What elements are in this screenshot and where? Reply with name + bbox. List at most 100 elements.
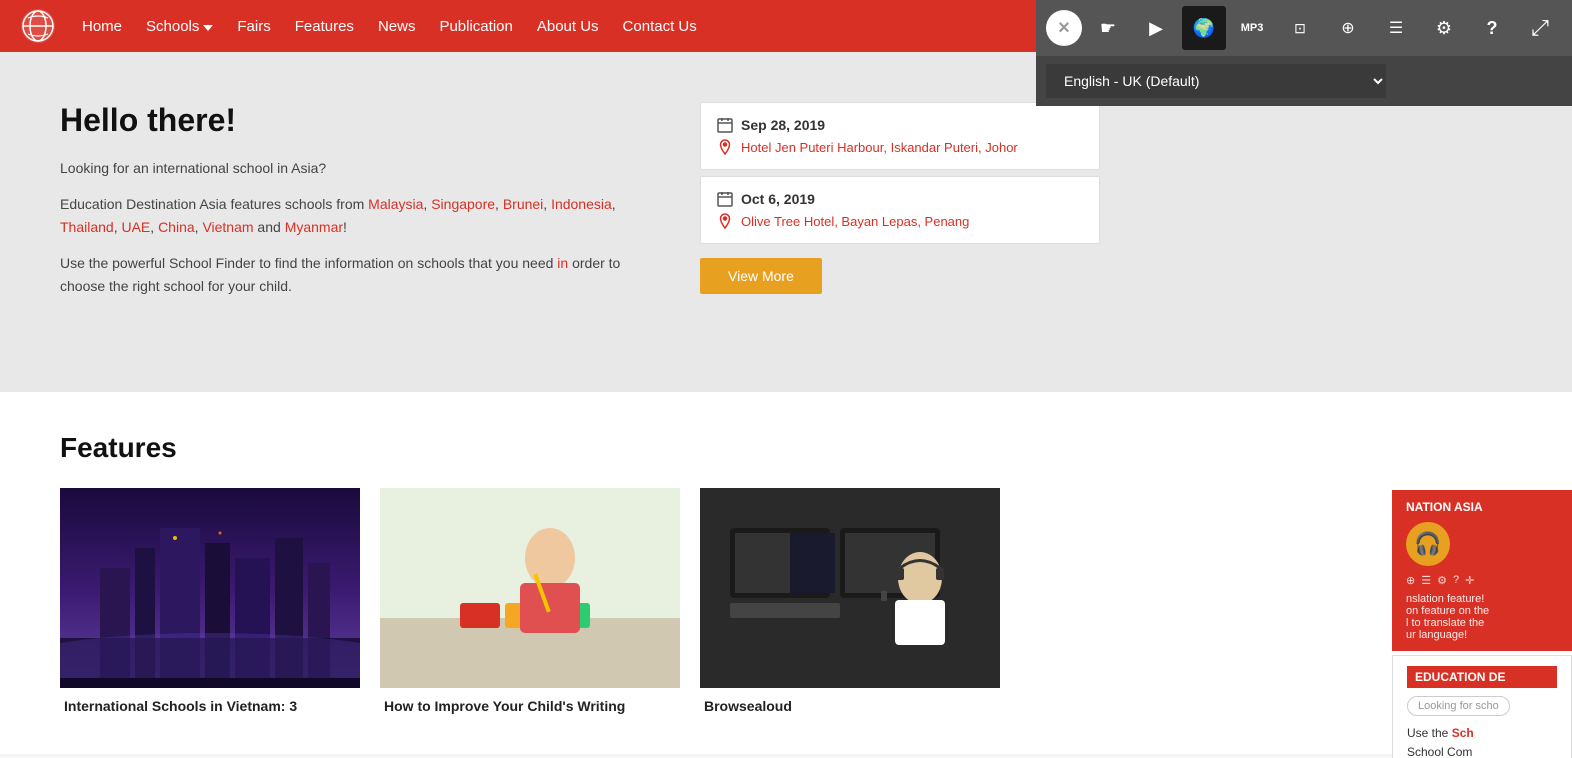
screen-icon: ⊡: [1294, 20, 1306, 37]
ba-language-select[interactable]: English - UK (Default) Malay Chinese (Si…: [1046, 64, 1386, 98]
mini-help-icon: ?: [1453, 574, 1459, 587]
hero-content: Hello there! Looking for an internationa…: [60, 102, 660, 332]
event-location-2: Olive Tree Hotel, Bayan Lepas, Penang: [717, 213, 1083, 229]
indonesia-link[interactable]: Indonesia: [551, 196, 612, 212]
event-item-2: Oct 6, 2019 Olive Tree Hotel, Bayan Lepa…: [700, 176, 1100, 244]
ba-globe-button[interactable]: 🌍: [1182, 6, 1226, 50]
nav-item-home[interactable]: Home: [72, 10, 132, 43]
headphones-icon: 🎧: [1414, 531, 1441, 557]
nav-item-contact[interactable]: Contact Us: [613, 10, 707, 43]
side-overlay: NATION ASIA 🎧 ⊕ ☰ ⚙ ? ✛ nslation feature…: [1392, 490, 1572, 758]
nav-link-about[interactable]: About Us: [527, 10, 609, 43]
globe-icon: 🌍: [1193, 18, 1215, 39]
feature-image-1: [60, 488, 360, 688]
move-icon: ⤢: [1531, 15, 1549, 41]
view-more-button[interactable]: View More: [700, 258, 822, 294]
feature-card-title-1: International Schools in Vietnam: 3: [60, 698, 360, 714]
close-icon: ×: [1058, 17, 1070, 40]
hand-icon: ☛: [1100, 18, 1116, 39]
ba-screen-button[interactable]: ⊡: [1278, 6, 1322, 50]
location-pin-icon-2: [717, 213, 733, 229]
feature-card-2[interactable]: How to Improve Your Child's Writing: [380, 488, 680, 714]
nav-item-publication[interactable]: Publication: [429, 10, 522, 43]
mini-list-icon: ☰: [1421, 574, 1431, 587]
side-card-nation-asia-text: nslation feature!: [1406, 593, 1558, 605]
calendar-icon-1: [717, 117, 733, 133]
calendar-icon-2: [717, 191, 733, 207]
settings-icon: ⚙: [1436, 18, 1452, 39]
nav-link-publication[interactable]: Publication: [429, 10, 522, 43]
mini-settings-icon: ⚙: [1437, 574, 1447, 587]
feature-card-title-2: How to Improve Your Child's Writing: [380, 698, 680, 714]
thailand-link[interactable]: Thailand: [60, 219, 114, 235]
singapore-link[interactable]: Singapore: [431, 196, 495, 212]
nation-asia-logo: 🎧: [1406, 522, 1450, 566]
mini-search-icon: ⊕: [1406, 574, 1415, 587]
browsealoud-overlay: × ☛ ▶ 🌍 MP3 ⊡ ⊕ ☰ ⚙ ? ⤢: [1036, 0, 1572, 106]
ba-list-button[interactable]: ☰: [1374, 6, 1418, 50]
myanmar-link[interactable]: Myanmar: [285, 219, 343, 235]
side-card-education: EDUCATION DE Looking for scho Use the Sc…: [1392, 655, 1572, 758]
nav-item-news[interactable]: News: [368, 10, 426, 43]
magnifier-icon: ⊕: [1341, 18, 1354, 38]
ba-hand-button[interactable]: ☛: [1086, 6, 1130, 50]
nav-links: Home Schools Fairs Features News Publica…: [72, 10, 707, 43]
nav-item-about[interactable]: About Us: [527, 10, 609, 43]
side-card-search-box[interactable]: Looking for scho: [1407, 696, 1510, 716]
hero-events: Sep 28, 2019 Hotel Jen Puteri Harbour, I…: [700, 102, 1100, 332]
nav-link-schools[interactable]: Schools: [136, 10, 223, 43]
side-card-education-title: EDUCATION DE: [1407, 666, 1557, 688]
features-section: Features: [0, 392, 1572, 754]
education-highlight-1: Sch: [1452, 726, 1474, 740]
ba-play-button[interactable]: ▶: [1134, 6, 1178, 50]
list-icon: ☰: [1389, 18, 1403, 38]
side-card-mini-toolbar: ⊕ ☰ ⚙ ? ✛: [1406, 574, 1558, 587]
feature-card-1[interactable]: International Schools in Vietnam: 3: [60, 488, 360, 714]
china-link[interactable]: China: [158, 219, 195, 235]
features-heading: Features: [60, 432, 1512, 464]
ba-close-button[interactable]: ×: [1046, 10, 1082, 46]
mp3-icon: MP3: [1241, 22, 1264, 34]
nav-item-features[interactable]: Features: [285, 10, 364, 43]
malaysia-link[interactable]: Malaysia: [368, 196, 423, 212]
feature-card-title-3: Browsealoud: [700, 698, 1000, 714]
ba-toolbar: × ☛ ▶ 🌍 MP3 ⊡ ⊕ ☰ ⚙ ? ⤢: [1036, 0, 1572, 56]
play-icon: ▶: [1149, 18, 1163, 39]
nav-link-news[interactable]: News: [368, 10, 426, 43]
feature-image-3: [700, 488, 1000, 688]
side-card-nation-asia-title: NATION ASIA: [1406, 500, 1558, 514]
event-item-1: Sep 28, 2019 Hotel Jen Puteri Harbour, I…: [700, 102, 1100, 170]
brunei-link[interactable]: Brunei: [503, 196, 543, 212]
hero-description2: Use the powerful School Finder to find t…: [60, 252, 660, 297]
ba-move-button[interactable]: ⤢: [1518, 6, 1562, 50]
ba-settings-button[interactable]: ⚙: [1422, 6, 1466, 50]
features-grid: International Schools in Vietnam: 3: [60, 488, 1512, 714]
chevron-down-icon: [203, 25, 213, 31]
nav-item-schools[interactable]: Schools: [136, 10, 223, 43]
nav-item-fairs[interactable]: Fairs: [227, 10, 280, 43]
location-pin-icon-1: [717, 139, 733, 155]
nav-link-contact[interactable]: Contact Us: [613, 10, 707, 43]
side-card-nation-asia: NATION ASIA 🎧 ⊕ ☰ ⚙ ? ✛ nslation feature…: [1392, 490, 1572, 651]
school-finder-link[interactable]: in: [557, 255, 568, 271]
hero-tagline: Looking for an international school in A…: [60, 157, 660, 179]
nav-link-features[interactable]: Features: [285, 10, 364, 43]
event-date-1: Sep 28, 2019: [717, 117, 1083, 133]
event-location-1: Hotel Jen Puteri Harbour, Iskandar Puter…: [717, 139, 1083, 155]
ba-search-button[interactable]: ⊕: [1326, 6, 1370, 50]
event-date-2: Oct 6, 2019: [717, 191, 1083, 207]
mini-move-icon: ✛: [1465, 574, 1474, 587]
hero-heading: Hello there!: [60, 102, 660, 139]
site-logo[interactable]: [20, 8, 56, 44]
ba-mp3-button[interactable]: MP3: [1230, 6, 1274, 50]
feature-card-3[interactable]: Browsealoud: [700, 488, 1000, 714]
side-card-education-text: Use the Sch School Com to hel: [1407, 724, 1557, 758]
nav-link-home[interactable]: Home: [72, 10, 132, 43]
uae-link[interactable]: UAE: [121, 219, 150, 235]
nav-link-fairs[interactable]: Fairs: [227, 10, 280, 43]
hero-description1: Education Destination Asia features scho…: [60, 193, 660, 238]
ba-help-button[interactable]: ?: [1470, 6, 1514, 50]
vietnam-link[interactable]: Vietnam: [202, 219, 253, 235]
feature-image-2: [380, 488, 680, 688]
ba-lang-row: English - UK (Default) Malay Chinese (Si…: [1036, 56, 1572, 106]
